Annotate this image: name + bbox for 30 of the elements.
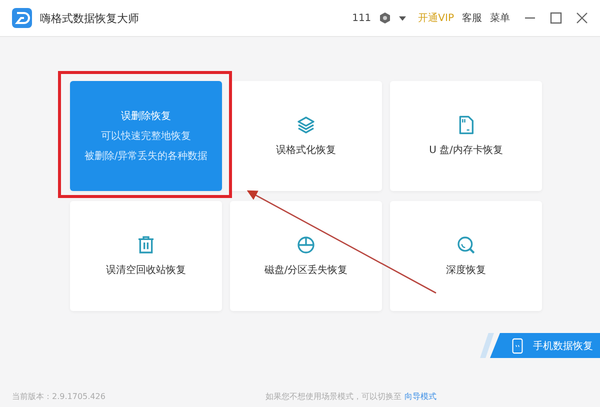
card-title: U 盘/内存卡恢复	[429, 144, 503, 157]
recovery-card[interactable]: 误清空回收站恢复	[70, 201, 222, 311]
recovery-card[interactable]: 误格式化恢复	[230, 81, 382, 191]
user-id: 111	[352, 12, 372, 24]
search-icon	[456, 235, 476, 255]
card-title: 误删除恢复	[121, 110, 171, 123]
window-title: 嗨格式数据恢复大师	[40, 10, 139, 26]
recovery-card[interactable]: 磁盘/分区丢失恢复	[230, 201, 382, 311]
phone-icon	[512, 338, 523, 354]
trash-icon	[136, 235, 156, 255]
card-title: 深度恢复	[446, 264, 486, 277]
menu-link[interactable]: 菜单	[490, 11, 510, 25]
pie-chart-icon	[296, 235, 316, 255]
card-description: 可以快速完整地恢复	[101, 130, 191, 143]
layers-icon	[296, 115, 316, 135]
recovery-card[interactable]: 深度恢复	[390, 201, 542, 311]
card-title: 误格式化恢复	[276, 144, 336, 157]
recovery-card[interactable]: U 盘/内存卡恢复	[390, 81, 542, 191]
mode-hint: 如果您不想使用场景模式，可以切换至	[265, 390, 402, 402]
version-text: 当前版本：2.9.1705.426	[12, 390, 106, 402]
close-icon[interactable]	[576, 12, 588, 24]
card-description: 被删除/异常丢失的各种数据	[84, 150, 208, 163]
maximize-icon[interactable]	[550, 12, 562, 24]
app-logo-icon	[12, 8, 32, 28]
hexagon-badge-icon[interactable]	[379, 12, 392, 24]
card-title: 磁盘/分区丢失恢复	[264, 264, 348, 277]
caret-icon[interactable]	[399, 16, 406, 20]
stripe-decoration	[480, 333, 494, 358]
service-link[interactable]: 客服	[462, 11, 482, 25]
card-title: 误清空回收站恢复	[106, 264, 186, 277]
